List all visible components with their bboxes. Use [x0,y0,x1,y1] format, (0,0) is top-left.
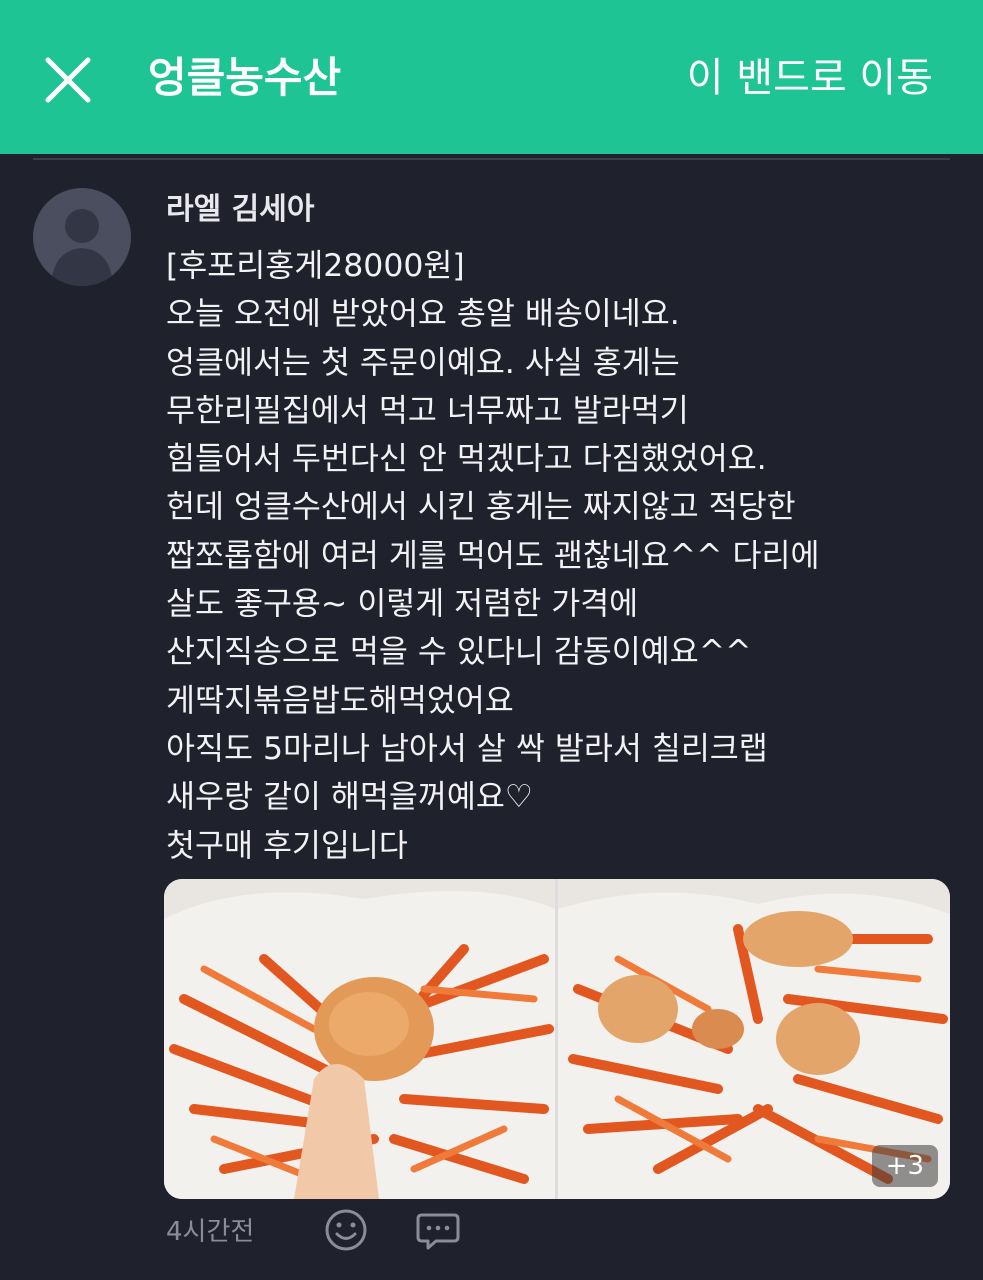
comment-icon[interactable] [414,1206,462,1254]
photo-grid: +3 [164,879,950,1199]
band-title: 엉클농수산 [148,53,342,102]
go-to-band-button[interactable]: 이 밴드로 이동 [687,46,933,110]
author-name[interactable]: 라엘 김세아 [166,190,314,230]
post-line: 헌데 엉클수산에서 시킨 홍게는 짜지않고 적당한 [166,489,796,526]
post-line: 산지직송으로 먹을 수 있다니 감동이예요^^ [166,634,752,671]
avatar[interactable] [33,188,131,286]
header-bar: 엉클농수산 이 밴드로 이동 [0,0,983,154]
post-line: 새우랑 같이 해먹을꺼예요♡ [166,779,534,816]
close-icon[interactable] [38,50,98,110]
post-timestamp: 4시간전 [166,1217,255,1247]
smiley-icon[interactable] [322,1206,370,1254]
post-line: 짭쪼롭함에 여러 게를 먹어도 괜찮네요^^ 다리에 [166,537,820,574]
more-photos-badge[interactable]: +3 [871,1145,938,1187]
post-line: 오늘 오전에 받았어요 총알 배송이네요. [166,296,680,333]
post-line: 힘들어서 두번다신 안 먹겠다고 다짐했었어요. [166,441,767,478]
divider [33,158,950,160]
post-line: [후포리홍게28000원] [166,248,465,284]
post-body: [후포리홍게28000원] 오늘 오전에 받았어요 총알 배송이네요. 엉클에서… [166,242,966,870]
post-line: 무한리필집에서 먹고 너무짜고 발라먹기 [166,392,689,429]
post-line: 엉클에서는 첫 주문이예요. 사실 홍게는 [166,344,680,381]
post-line: 아직도 5마리나 남아서 살 싹 발라서 칠리크랩 [166,730,768,767]
post-line: 살도 좋구용~ 이렇게 저렴한 가격에 [166,586,639,623]
crab-photo[interactable] [164,879,555,1199]
post-line: 첫구매 후기입니다 [166,827,408,864]
post-line: 게딱지볶음밥도해먹었어요 [166,682,514,719]
default-person-icon [51,209,113,286]
